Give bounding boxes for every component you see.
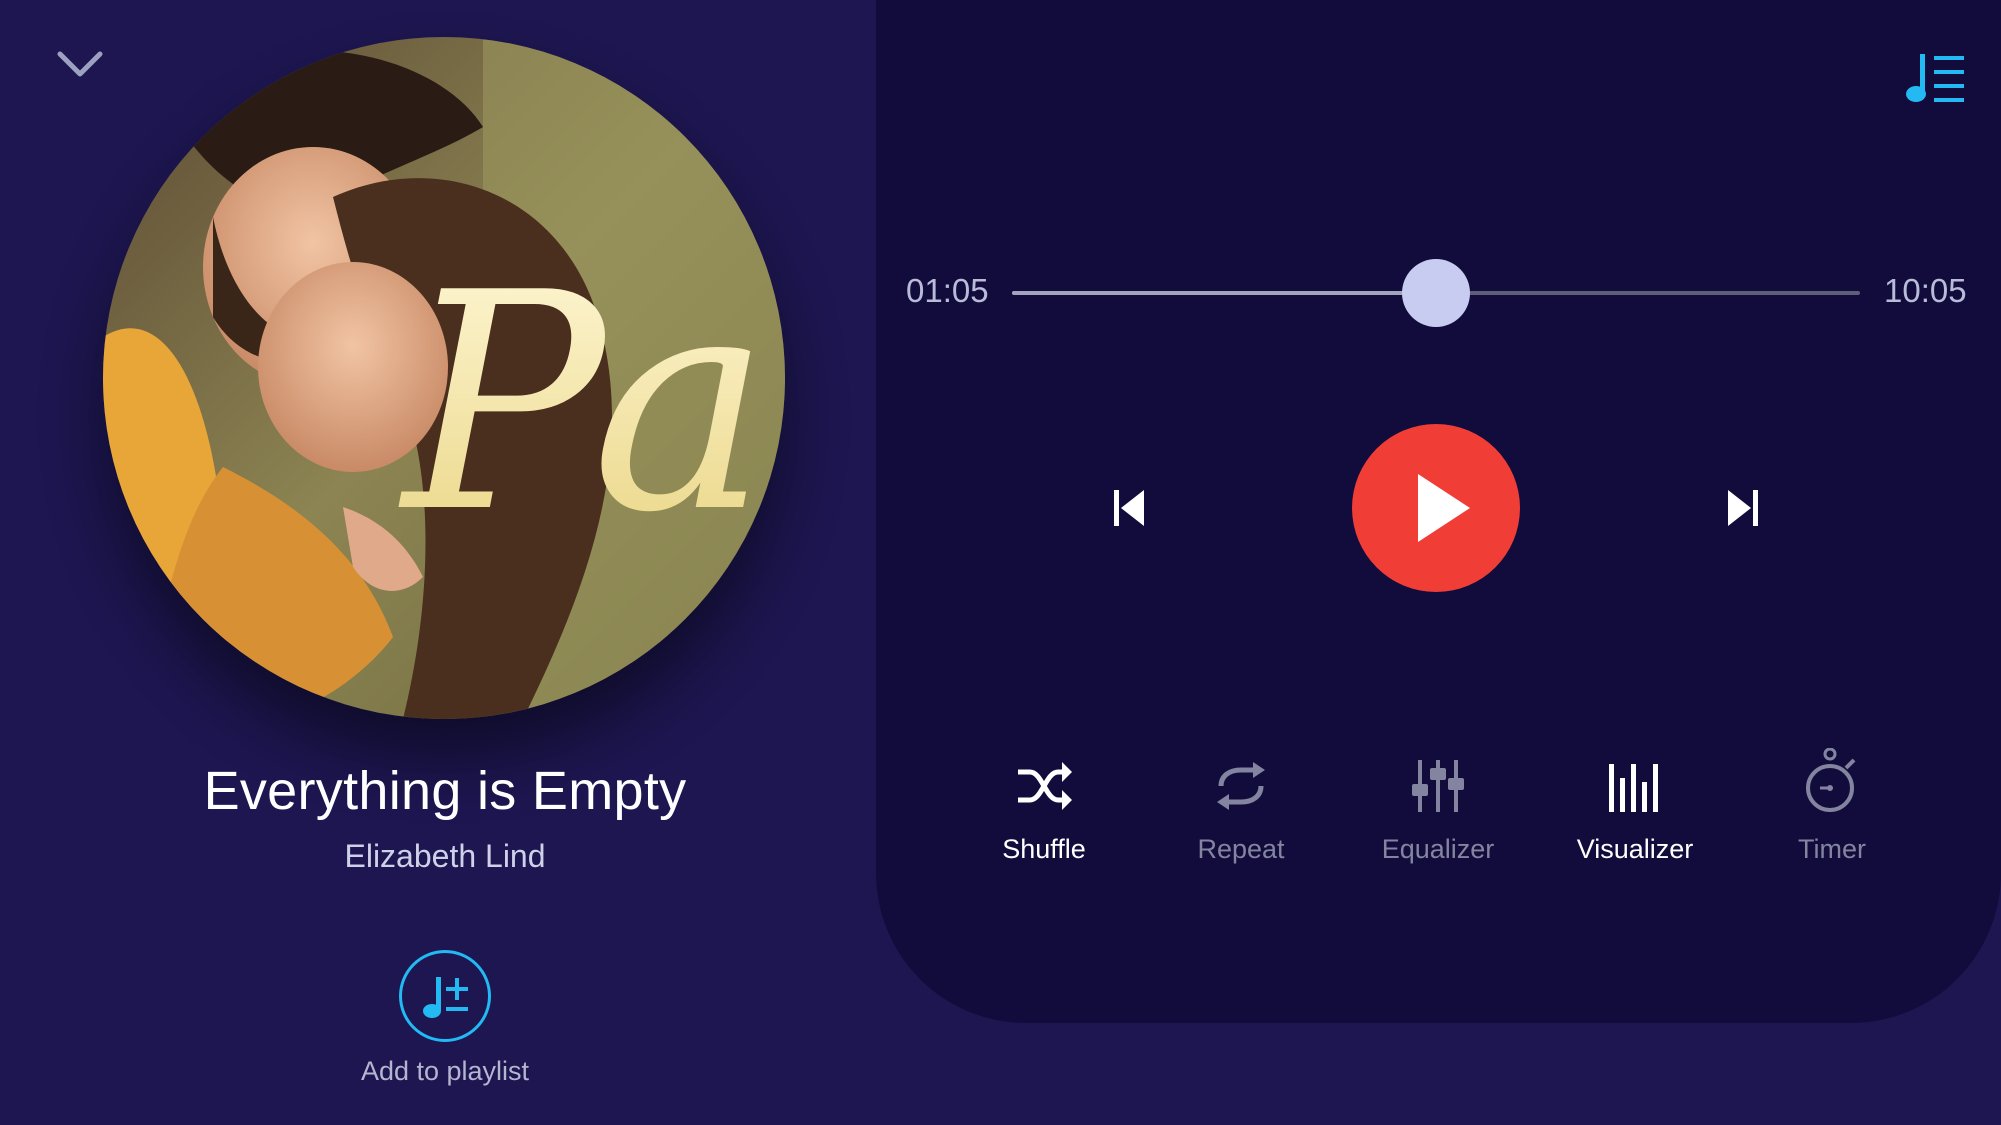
song-title: Everything is Empty <box>203 761 687 821</box>
album-art: Pa <box>103 37 785 719</box>
repeat-button[interactable]: Repeat <box>1161 756 1321 872</box>
shuffle-label: Shuffle <box>1002 834 1086 864</box>
timer-button[interactable]: Timer <box>1752 748 1912 872</box>
play-button[interactable] <box>1352 424 1520 592</box>
timer-label: Timer <box>1798 834 1866 864</box>
add-to-playlist-label: Add to playlist <box>360 1056 530 1086</box>
play-icon <box>1418 474 1470 542</box>
song-artist: Elizabeth Lind <box>344 838 546 874</box>
skip-next-icon <box>1728 490 1758 526</box>
collapse-button[interactable] <box>52 42 108 88</box>
skip-previous-icon <box>1114 490 1144 526</box>
playlist-add-icon <box>423 977 468 1018</box>
shuffle-button[interactable]: Shuffle <box>964 756 1124 872</box>
equalizer-button[interactable]: Equalizer <box>1358 756 1518 872</box>
queue-button[interactable] <box>1906 50 1966 106</box>
seek-bar-progress <box>1012 291 1436 295</box>
next-button[interactable] <box>1724 486 1760 530</box>
shuffle-icon <box>1018 762 1072 810</box>
equalizer-icon <box>1412 760 1464 812</box>
seek-thumb[interactable] <box>1402 259 1470 327</box>
total-time: 10:05 <box>1884 272 1967 309</box>
repeat-icon <box>1217 762 1265 810</box>
chevron-down-icon <box>57 51 103 77</box>
add-to-playlist-button[interactable] <box>399 950 491 1042</box>
visualizer-icon <box>1609 764 1658 812</box>
previous-button[interactable] <box>1112 486 1148 530</box>
timer-icon <box>1806 748 1856 812</box>
now-playing-left-panel: Pa Everything is Empty Elizabeth Lind Ad… <box>0 0 875 1125</box>
repeat-label: Repeat <box>1197 834 1285 864</box>
current-time: 01:05 <box>906 272 989 309</box>
album-art-text: Pa <box>398 229 770 578</box>
visualizer-label: Visualizer <box>1576 834 1694 864</box>
equalizer-label: Equalizer <box>1381 834 1495 864</box>
visualizer-button[interactable]: Visualizer <box>1555 756 1715 872</box>
music-queue-icon <box>1906 54 1964 102</box>
